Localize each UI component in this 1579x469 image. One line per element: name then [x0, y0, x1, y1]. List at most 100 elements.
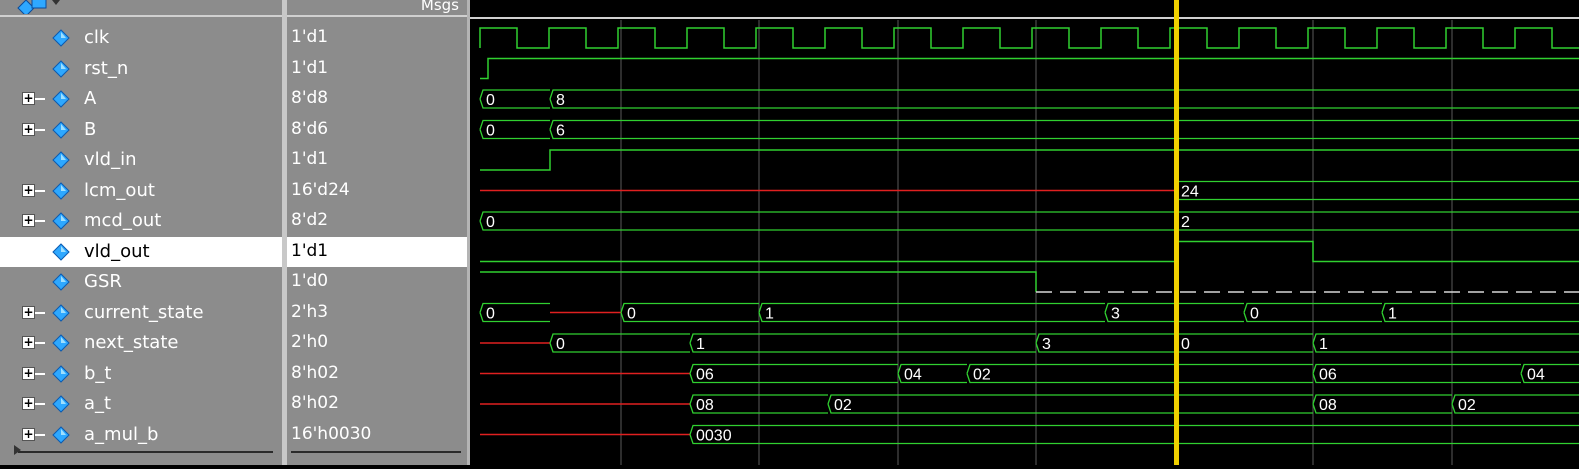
a_t-bus-label: 02: [834, 397, 852, 414]
expand-icon[interactable]: +: [22, 305, 35, 319]
time-cursor: [1174, 0, 1179, 465]
value-row-b_t[interactable]: 8'h02: [287, 359, 467, 389]
expand-icon[interactable]: +: [22, 122, 35, 136]
B-bus-segment: [549, 119, 1579, 140]
tree-branch: [35, 433, 45, 436]
signal-row-vld_in[interactable]: vld_in: [0, 145, 282, 175]
signal-row-A[interactable]: + A: [0, 84, 282, 114]
wave-tool-dropdown-icon[interactable]: [16, 0, 64, 14]
signal-row-mcd_out[interactable]: + mcd_out: [0, 206, 282, 236]
value-row-lcm_out[interactable]: 16'd24: [287, 176, 467, 206]
signal-row-next_state[interactable]: + next_state: [0, 328, 282, 358]
signal-row-clk[interactable]: clk: [0, 23, 282, 53]
value-row-clk[interactable]: 1'd1: [287, 23, 467, 53]
current_state-bus-segment: [1381, 302, 1579, 323]
next_state-bus-label: 0: [556, 336, 565, 353]
mcd_out-bus-label: 0: [486, 214, 495, 231]
clk-wave: [479, 27, 1579, 49]
current_state-bus-label: 0: [1250, 306, 1259, 323]
vld-out-wave: [480, 240, 1579, 263]
signal-value: 1'd1: [291, 57, 329, 78]
name-pane-header: [0, 0, 282, 17]
value-row-vld_in[interactable]: 1'd1: [287, 145, 467, 175]
A-bus-label: 0: [486, 92, 495, 109]
value-row-a_t[interactable]: 8'h02: [287, 389, 467, 419]
signal-name: B: [84, 118, 97, 140]
mcd_out-bus-segment: [479, 211, 1175, 231]
next_state-bus-label: 1: [696, 336, 705, 353]
current_state-bus-label: 1: [1388, 306, 1397, 323]
signal-value: 8'd6: [291, 118, 329, 139]
next_state-bus-label: 1: [1319, 336, 1328, 353]
value-row-rst_n[interactable]: 1'd1: [287, 54, 467, 84]
value-row-GSR[interactable]: 1'd0: [287, 267, 467, 297]
A-bus-label: 8: [556, 92, 565, 109]
expand-icon[interactable]: +: [22, 92, 35, 105]
signal-row-a_mul_b[interactable]: + a_mul_b: [0, 420, 282, 450]
gsr-wave: [480, 271, 1037, 292]
signal-row-B[interactable]: + B: [0, 115, 282, 145]
value-row-current_state[interactable]: 2'h3: [287, 298, 467, 328]
value-row-A[interactable]: 8'd8: [287, 84, 467, 114]
value-row-mcd_out[interactable]: 8'd2: [287, 206, 467, 236]
signal-value: 2'h3: [291, 301, 329, 322]
signal-row-GSR[interactable]: GSR: [0, 267, 282, 297]
value-row-B[interactable]: 8'd6: [287, 115, 467, 145]
current_state-signal-icon: [52, 303, 70, 322]
value-pane-divider: [291, 451, 461, 453]
rst_n-signal-icon: [52, 59, 70, 78]
next_state-signal-icon: [52, 334, 70, 352]
current_state-bus-segment: [620, 302, 759, 323]
tree-branch: [35, 342, 45, 344]
signal-name: mcd_out: [84, 210, 162, 231]
tree-branch: [35, 98, 45, 100]
current_state-bus-label: 3: [1111, 306, 1120, 323]
signal-row-vld_out[interactable]: vld_out: [0, 236, 282, 267]
waveform-pane[interactable]: 0 8 0 6 24 0 2 0 0 1 3 0 1 0 1 3 0 1 06 04 02 06 04 08 02 08 02 003…: [470, 0, 1579, 465]
msgs-header-label: Msgs: [420, 0, 459, 14]
signal-name: b_t: [84, 362, 112, 384]
signal-name: A: [84, 88, 97, 109]
signal-name: current_state: [84, 301, 204, 323]
b_t-bus-label: 04: [1527, 367, 1545, 384]
signal-row-a_t[interactable]: + a_t: [0, 389, 282, 419]
expand-icon[interactable]: +: [22, 336, 35, 349]
signal-value: 8'h02: [291, 393, 339, 413]
expand-icon[interactable]: +: [22, 214, 35, 227]
GSR-signal-icon: [52, 273, 70, 291]
A-signal-icon: [52, 90, 70, 108]
a_mul_b-signal-icon: [52, 425, 70, 444]
next_state-bus-label: 0: [1181, 336, 1190, 353]
signal-row-lcm_out[interactable]: + lcm_out: [0, 176, 282, 206]
scroll-marker-icon[interactable]: [14, 445, 21, 455]
expand-icon[interactable]: +: [22, 183, 35, 197]
B-bus-label: 6: [556, 123, 565, 140]
waveform-canvas[interactable]: 0 80 6240 20 0 1 3 0 10 1 3 0 106 04 02 06 0408 02 08 02003…: [470, 0, 1579, 465]
signal-value: 1'd1: [291, 149, 329, 169]
B-bus-label: 0: [486, 123, 495, 140]
signal-name: a_t: [84, 393, 112, 414]
value-row-a_mul_b[interactable]: 16'h0030: [287, 420, 467, 450]
signal-value: 2'h0: [291, 332, 329, 352]
signal-name: vld_out: [84, 240, 150, 262]
expand-icon[interactable]: +: [22, 366, 35, 380]
a_t-bus-segment: [827, 394, 1313, 414]
next_state-bus-segment: [1035, 333, 1175, 353]
signal-value: 1'd1: [291, 27, 329, 47]
signal-row-b_t[interactable]: + b_t: [0, 359, 282, 389]
tree-branch: [35, 189, 45, 192]
signal-name: clk: [84, 27, 110, 48]
value-row-next_state[interactable]: 2'h0: [287, 328, 467, 358]
current_state-bus-label: 0: [486, 306, 495, 323]
lcm_out-bus-segment: [1174, 180, 1579, 201]
signal-row-rst_n[interactable]: rst_n: [0, 54, 282, 84]
value-row-vld_out[interactable]: 1'd1: [287, 236, 467, 267]
signal-name: rst_n: [84, 57, 129, 79]
signal-name: vld_in: [84, 149, 137, 170]
expand-icon[interactable]: +: [22, 397, 35, 410]
signal-row-current_state[interactable]: + current_state: [0, 298, 282, 328]
expand-icon[interactable]: +: [22, 427, 35, 441]
signal-name: lcm_out: [84, 179, 155, 201]
b_t-signal-icon: [52, 364, 70, 383]
vld-in-wave: [480, 149, 1579, 171]
